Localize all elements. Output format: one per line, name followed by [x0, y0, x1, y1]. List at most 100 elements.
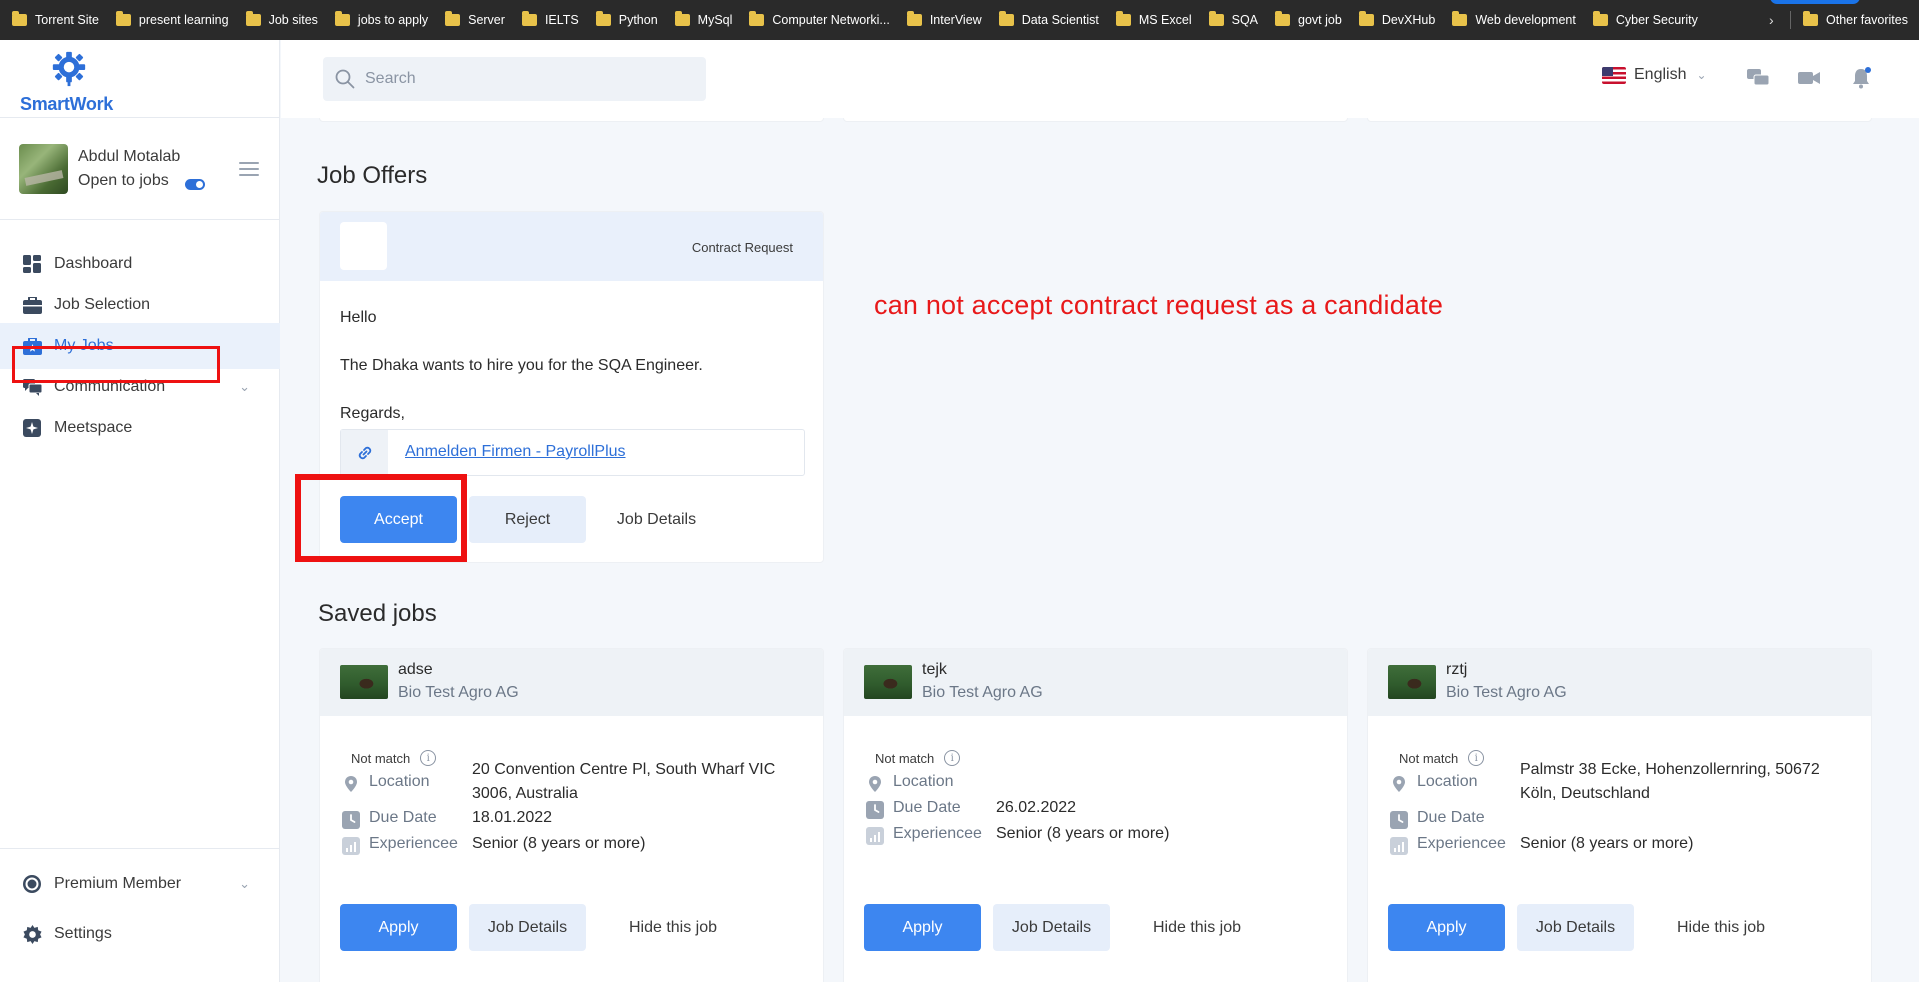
search-placeholder: Search [365, 70, 416, 87]
divider [0, 219, 280, 220]
match-label: Not match [1399, 750, 1459, 766]
logo[interactable]: SmartWork [18, 48, 138, 114]
bookmark[interactable]: Python [595, 11, 658, 27]
folder-icon [1452, 11, 1468, 26]
profile-card: Abdul Motalab Open to jobs [19, 144, 269, 204]
nav-dashboard[interactable]: Dashboard [0, 241, 280, 287]
job-title[interactable]: rztj [1446, 661, 1467, 679]
bookmark[interactable]: MS Excel [1115, 11, 1192, 27]
job-details-button[interactable]: Job Details [598, 496, 715, 543]
video-icon[interactable] [1798, 67, 1820, 89]
info-icon[interactable]: i [420, 750, 437, 766]
folder-icon [1115, 11, 1131, 26]
profile-name: Abdul Motalab [78, 148, 181, 165]
sidebar: SmartWork Abdul Motalab Open to jobs Das… [0, 40, 280, 982]
hamburger-icon[interactable] [239, 162, 259, 176]
folder-icon [445, 11, 461, 26]
clock-icon [342, 811, 360, 829]
hide-job-button[interactable]: Hide this job [598, 904, 748, 951]
offer-type-label: Contract Request [691, 240, 793, 255]
bookmark[interactable]: Server [445, 11, 505, 27]
due-date-value: 26.02.2022 [996, 799, 1077, 816]
folder-icon [1803, 11, 1818, 26]
bookmark[interactable]: Torrent Site [12, 11, 99, 27]
bookmark[interactable]: govt job [1275, 11, 1342, 27]
location-label: Location [369, 773, 430, 790]
bookmark[interactable]: SQA [1208, 11, 1258, 27]
job-title[interactable]: adse [398, 661, 433, 679]
info-icon[interactable]: i [1468, 750, 1485, 766]
experience-value: Senior (8 years or more) [1520, 835, 1694, 852]
bookmark[interactable]: IELTS [521, 11, 579, 27]
nav-settings[interactable]: Settings [0, 911, 280, 957]
link-text[interactable]: Anmelden Firmen - PayrollPlus [405, 443, 626, 461]
offer-greeting: Hello [340, 309, 377, 326]
bookmark[interactable]: Computer Networki... [749, 11, 890, 27]
hide-job-button[interactable]: Hide this job [1122, 904, 1272, 951]
gear-logo-icon [52, 51, 86, 87]
main-content: Job Offers Contract Request Hello The Dh… [281, 118, 1919, 982]
section-title-job-offers: Job Offers [317, 162, 428, 189]
bookmark[interactable]: jobs to apply [334, 11, 428, 27]
nav-job-selection[interactable]: Job Selection [0, 282, 280, 328]
location-pin-icon [345, 776, 357, 792]
bookmark[interactable]: Data Scientist [998, 11, 1099, 27]
open-to-jobs-toggle[interactable] [185, 179, 205, 190]
info-icon[interactable]: i [944, 750, 961, 766]
match-label: Not match [351, 750, 411, 766]
chevron-down-icon[interactable]: ⌄ [239, 379, 250, 395]
nav-premium-member[interactable]: Premium Member ⌄ [0, 861, 280, 907]
bell-icon[interactable] [1850, 67, 1872, 89]
nav-label: Settings [54, 925, 112, 942]
bookmark[interactable]: InterView [906, 11, 982, 27]
experience-value: Senior (8 years or more) [996, 825, 1170, 842]
apply-button[interactable]: Apply [864, 904, 981, 951]
bookmark[interactable]: present learning [115, 11, 229, 27]
nav-meetspace[interactable]: Meetspace [0, 405, 280, 451]
job-card-header: rztj Bio Test Agro AG [1368, 649, 1871, 716]
clock-icon [1390, 811, 1408, 829]
top-bar: Search English ⌄ [281, 40, 1919, 118]
job-details-button[interactable]: Job Details [469, 904, 586, 951]
folder-icon [1358, 11, 1374, 26]
apply-button[interactable]: Apply [340, 904, 457, 951]
bookmark[interactable]: Job sites [245, 11, 318, 27]
bookmark[interactable]: Cyber Security [1592, 11, 1698, 27]
company-thumbnail [1388, 665, 1436, 699]
location-label: Location [893, 773, 954, 790]
chevron-right-icon[interactable]: › [1769, 12, 1774, 28]
job-title[interactable]: tejk [922, 661, 947, 679]
messages-icon[interactable] [1747, 67, 1769, 89]
reject-button[interactable]: Reject [469, 496, 586, 543]
bookmark[interactable]: MySql [674, 11, 732, 27]
job-details-button[interactable]: Job Details [1517, 904, 1634, 951]
language-select[interactable]: English ⌄ [1602, 66, 1707, 84]
folder-icon [334, 11, 350, 26]
search-input[interactable]: Search [323, 57, 706, 101]
briefcase-icon [22, 295, 42, 315]
language-label: English [1634, 66, 1687, 83]
location-value: 20 Convention Centre Pl, South Wharf VIC… [472, 758, 775, 806]
location-label: Location [1417, 773, 1478, 790]
saved-job-card: tejk Bio Test Agro AG Not match i Locatio… [843, 648, 1348, 982]
avatar[interactable] [19, 144, 68, 194]
bookmark[interactable]: Web development [1452, 11, 1576, 27]
bookmark[interactable]: DevXHub [1358, 11, 1435, 27]
card-remnant [843, 118, 1348, 122]
experience-label: Experiencee [893, 825, 982, 842]
card-remnant [1367, 118, 1872, 122]
highlight-box [12, 346, 220, 383]
experience-bars-icon [866, 827, 884, 845]
apply-button[interactable]: Apply [1388, 904, 1505, 951]
match-status: Not match i [1399, 750, 1485, 766]
experience-value: Senior (8 years or more) [472, 835, 646, 852]
due-date-label: Due Date [893, 799, 961, 816]
section-title-saved-jobs: Saved jobs [318, 600, 437, 627]
other-favorites[interactable]: Other favorites [1803, 0, 1908, 40]
chevron-down-icon[interactable]: ⌄ [239, 876, 250, 892]
location-pin-icon [1393, 776, 1405, 792]
experience-label: Experiencee [1417, 835, 1506, 852]
job-details-button[interactable]: Job Details [993, 904, 1110, 951]
hide-job-button[interactable]: Hide this job [1646, 904, 1796, 951]
offer-link[interactable]: Anmelden Firmen - PayrollPlus [340, 429, 805, 476]
